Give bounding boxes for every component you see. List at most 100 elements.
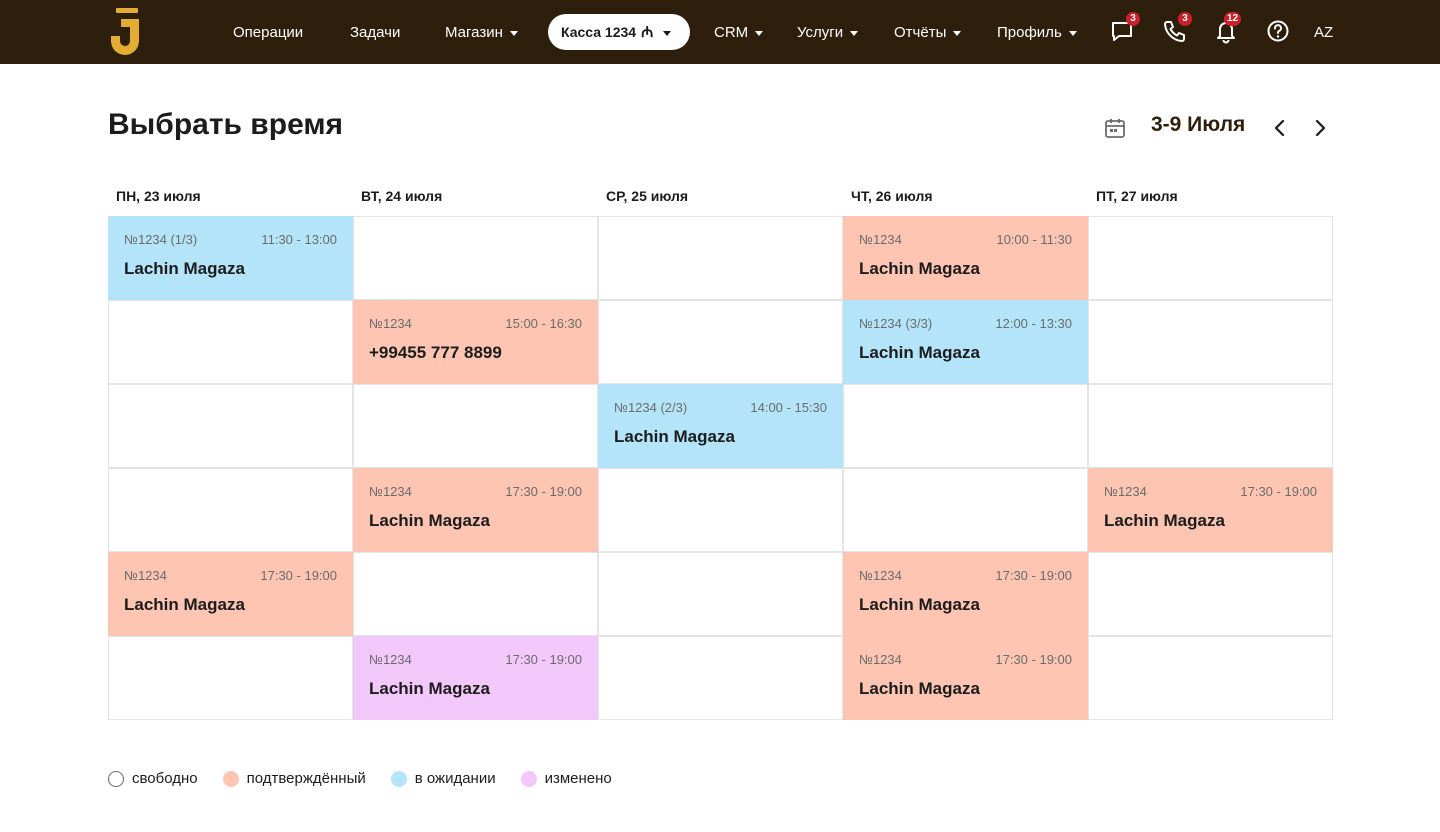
free-time-cell[interactable] <box>843 468 1088 552</box>
caret-down-icon <box>850 30 859 36</box>
kassa-selector[interactable]: Касса 1234 ₼ <box>548 14 690 50</box>
nav-operations-label: Операции <box>233 23 304 41</box>
nav-store-dropdown[interactable]: Магазин <box>445 0 518 64</box>
help-button[interactable] <box>1265 18 1291 44</box>
slot-meta: №1234 17:30 - 19:00 <box>1104 484 1317 499</box>
slot-meta: №1234 17:30 - 19:00 <box>859 568 1072 583</box>
notifications-button[interactable]: 12 <box>1213 12 1242 44</box>
free-time-cell[interactable] <box>843 384 1088 468</box>
slot-title: Lachin Magaza <box>1104 511 1225 530</box>
free-time-cell[interactable] <box>108 636 353 720</box>
free-time-cell[interactable] <box>598 552 843 636</box>
kassa-label: Касса 1234 <box>561 24 637 40</box>
slot-code: №1234 <box>859 568 902 583</box>
chat-button[interactable]: 3 <box>1109 12 1140 44</box>
free-time-cell[interactable] <box>353 552 598 636</box>
legend-pending-label: в ожидании <box>414 770 496 787</box>
nav-profile-dropdown[interactable]: Профиль <box>997 0 1077 64</box>
free-time-cell[interactable] <box>353 384 598 468</box>
nav-crm-dropdown[interactable]: CRM <box>714 0 764 64</box>
slot-time: 10:00 - 11:30 <box>996 232 1072 247</box>
date-range-label: 3-9 Июля <box>1151 113 1246 136</box>
slot-title: Lachin Magaza <box>369 511 490 530</box>
legend-confirmed-label: подтверждённый <box>246 770 366 787</box>
booking-slot-confirmed[interactable]: №1234 17:30 - 19:00 Lachin Magaza <box>1088 468 1333 552</box>
free-time-cell[interactable] <box>108 468 353 552</box>
chat-badge: 3 <box>1126 12 1140 26</box>
booking-slot-confirmed[interactable]: №1234 15:00 - 16:30 +99455 777 8899 <box>353 300 598 384</box>
nav-crm-label: CRM <box>714 23 749 41</box>
free-time-cell[interactable] <box>598 216 843 300</box>
free-time-cell[interactable] <box>108 300 353 384</box>
booking-slot-pending[interactable]: №1234 (3/3) 12:00 - 13:30 Lachin Magaza <box>843 300 1088 384</box>
booking-slot-confirmed[interactable]: №1234 17:30 - 19:00 Lachin Magaza <box>843 636 1088 720</box>
nav-services-dropdown[interactable]: Услуги <box>797 0 859 64</box>
free-time-cell[interactable] <box>108 384 353 468</box>
booking-slot-pending[interactable]: №1234 (1/3) 11:30 - 13:00 Lachin Magaza <box>108 216 353 300</box>
free-time-cell[interactable] <box>353 216 598 300</box>
logo-icon[interactable] <box>108 8 146 56</box>
confirmed-dot-icon <box>222 770 239 787</box>
slot-code: №1234 <box>124 568 167 583</box>
calendar-icon[interactable] <box>1103 116 1127 140</box>
day-header: ПТ, 27 июля <box>1096 188 1178 204</box>
chevron-left-icon[interactable] <box>1269 117 1291 139</box>
free-time-cell[interactable] <box>1088 216 1333 300</box>
booking-slot-confirmed[interactable]: №1234 10:00 - 11:30 Lachin Magaza <box>843 216 1088 300</box>
slot-code: №1234 (3/3) <box>859 316 933 331</box>
nav-tasks-label: Задачи <box>350 23 401 41</box>
slot-title: Lachin Magaza <box>859 679 980 698</box>
pending-dot-icon <box>390 770 407 787</box>
slot-code: №1234 <box>369 316 412 331</box>
legend-changed: изменено <box>520 770 612 787</box>
free-time-cell[interactable] <box>598 468 843 552</box>
slot-title: Lachin Magaza <box>614 427 735 446</box>
phone-button[interactable]: 3 <box>1161 12 1192 44</box>
top-navigation-bar: Операции Задачи Магазин Касса 1234 ₼ CRM… <box>0 0 1440 64</box>
day-header: СР, 25 июля <box>606 188 689 204</box>
slot-title: +99455 777 8899 <box>369 343 502 362</box>
slot-time: 17:30 - 19:00 <box>505 484 582 499</box>
chevron-right-icon[interactable] <box>1309 117 1331 139</box>
slot-meta: №1234 (3/3) 12:00 - 13:30 <box>859 316 1072 331</box>
booking-slot-pending[interactable]: №1234 (2/3) 14:00 - 15:30 Lachin Magaza <box>598 384 843 468</box>
language-switch[interactable]: AZ <box>1314 0 1333 64</box>
free-time-cell[interactable] <box>1088 636 1333 720</box>
booking-slot-changed[interactable]: №1234 17:30 - 19:00 Lachin Magaza <box>353 636 598 720</box>
slot-time: 17:30 - 19:00 <box>995 652 1072 667</box>
legend-pending: в ожидании <box>390 770 496 787</box>
free-time-cell[interactable] <box>1088 552 1333 636</box>
free-time-cell[interactable] <box>1088 384 1333 468</box>
legend-free: свободно <box>108 770 198 787</box>
slot-code: №1234 <box>859 232 902 247</box>
slot-time: 17:30 - 19:00 <box>505 652 582 667</box>
slot-title: Lachin Magaza <box>859 595 980 614</box>
free-time-cell[interactable] <box>1088 300 1333 384</box>
manat-currency-icon: ₼ <box>641 24 654 41</box>
slot-time: 17:30 - 19:00 <box>995 568 1072 583</box>
caret-down-icon <box>953 30 962 36</box>
booking-slot-confirmed[interactable]: №1234 17:30 - 19:00 Lachin Magaza <box>843 552 1088 636</box>
slot-title: Lachin Magaza <box>369 679 490 698</box>
slot-time: 11:30 - 13:00 <box>261 232 337 247</box>
slot-time: 14:00 - 15:30 <box>750 400 827 415</box>
slot-code: №1234 <box>859 652 902 667</box>
slot-meta: №1234 17:30 - 19:00 <box>124 568 337 583</box>
status-legend: свободно подтверждённый в ожидании измен… <box>108 770 637 787</box>
notifications-badge: 12 <box>1224 12 1242 26</box>
booking-slot-confirmed[interactable]: №1234 17:30 - 19:00 Lachin Magaza <box>108 552 353 636</box>
nav-profile-label: Профиль <box>997 23 1062 41</box>
nav-reports-dropdown[interactable]: Отчёты <box>894 0 962 64</box>
nav-tasks[interactable]: Задачи <box>350 0 400 64</box>
slot-title: Lachin Magaza <box>124 595 245 614</box>
slot-time: 17:30 - 19:00 <box>260 568 337 583</box>
nav-store-label: Магазин <box>445 23 503 41</box>
slot-time: 17:30 - 19:00 <box>1240 484 1317 499</box>
nav-operations[interactable]: Операции <box>233 0 303 64</box>
help-icon <box>1267 20 1289 42</box>
legend-free-label: свободно <box>132 770 198 787</box>
booking-slot-confirmed[interactable]: №1234 17:30 - 19:00 Lachin Magaza <box>353 468 598 552</box>
caret-down-icon <box>1068 30 1077 36</box>
free-time-cell[interactable] <box>598 636 843 720</box>
free-time-cell[interactable] <box>598 300 843 384</box>
